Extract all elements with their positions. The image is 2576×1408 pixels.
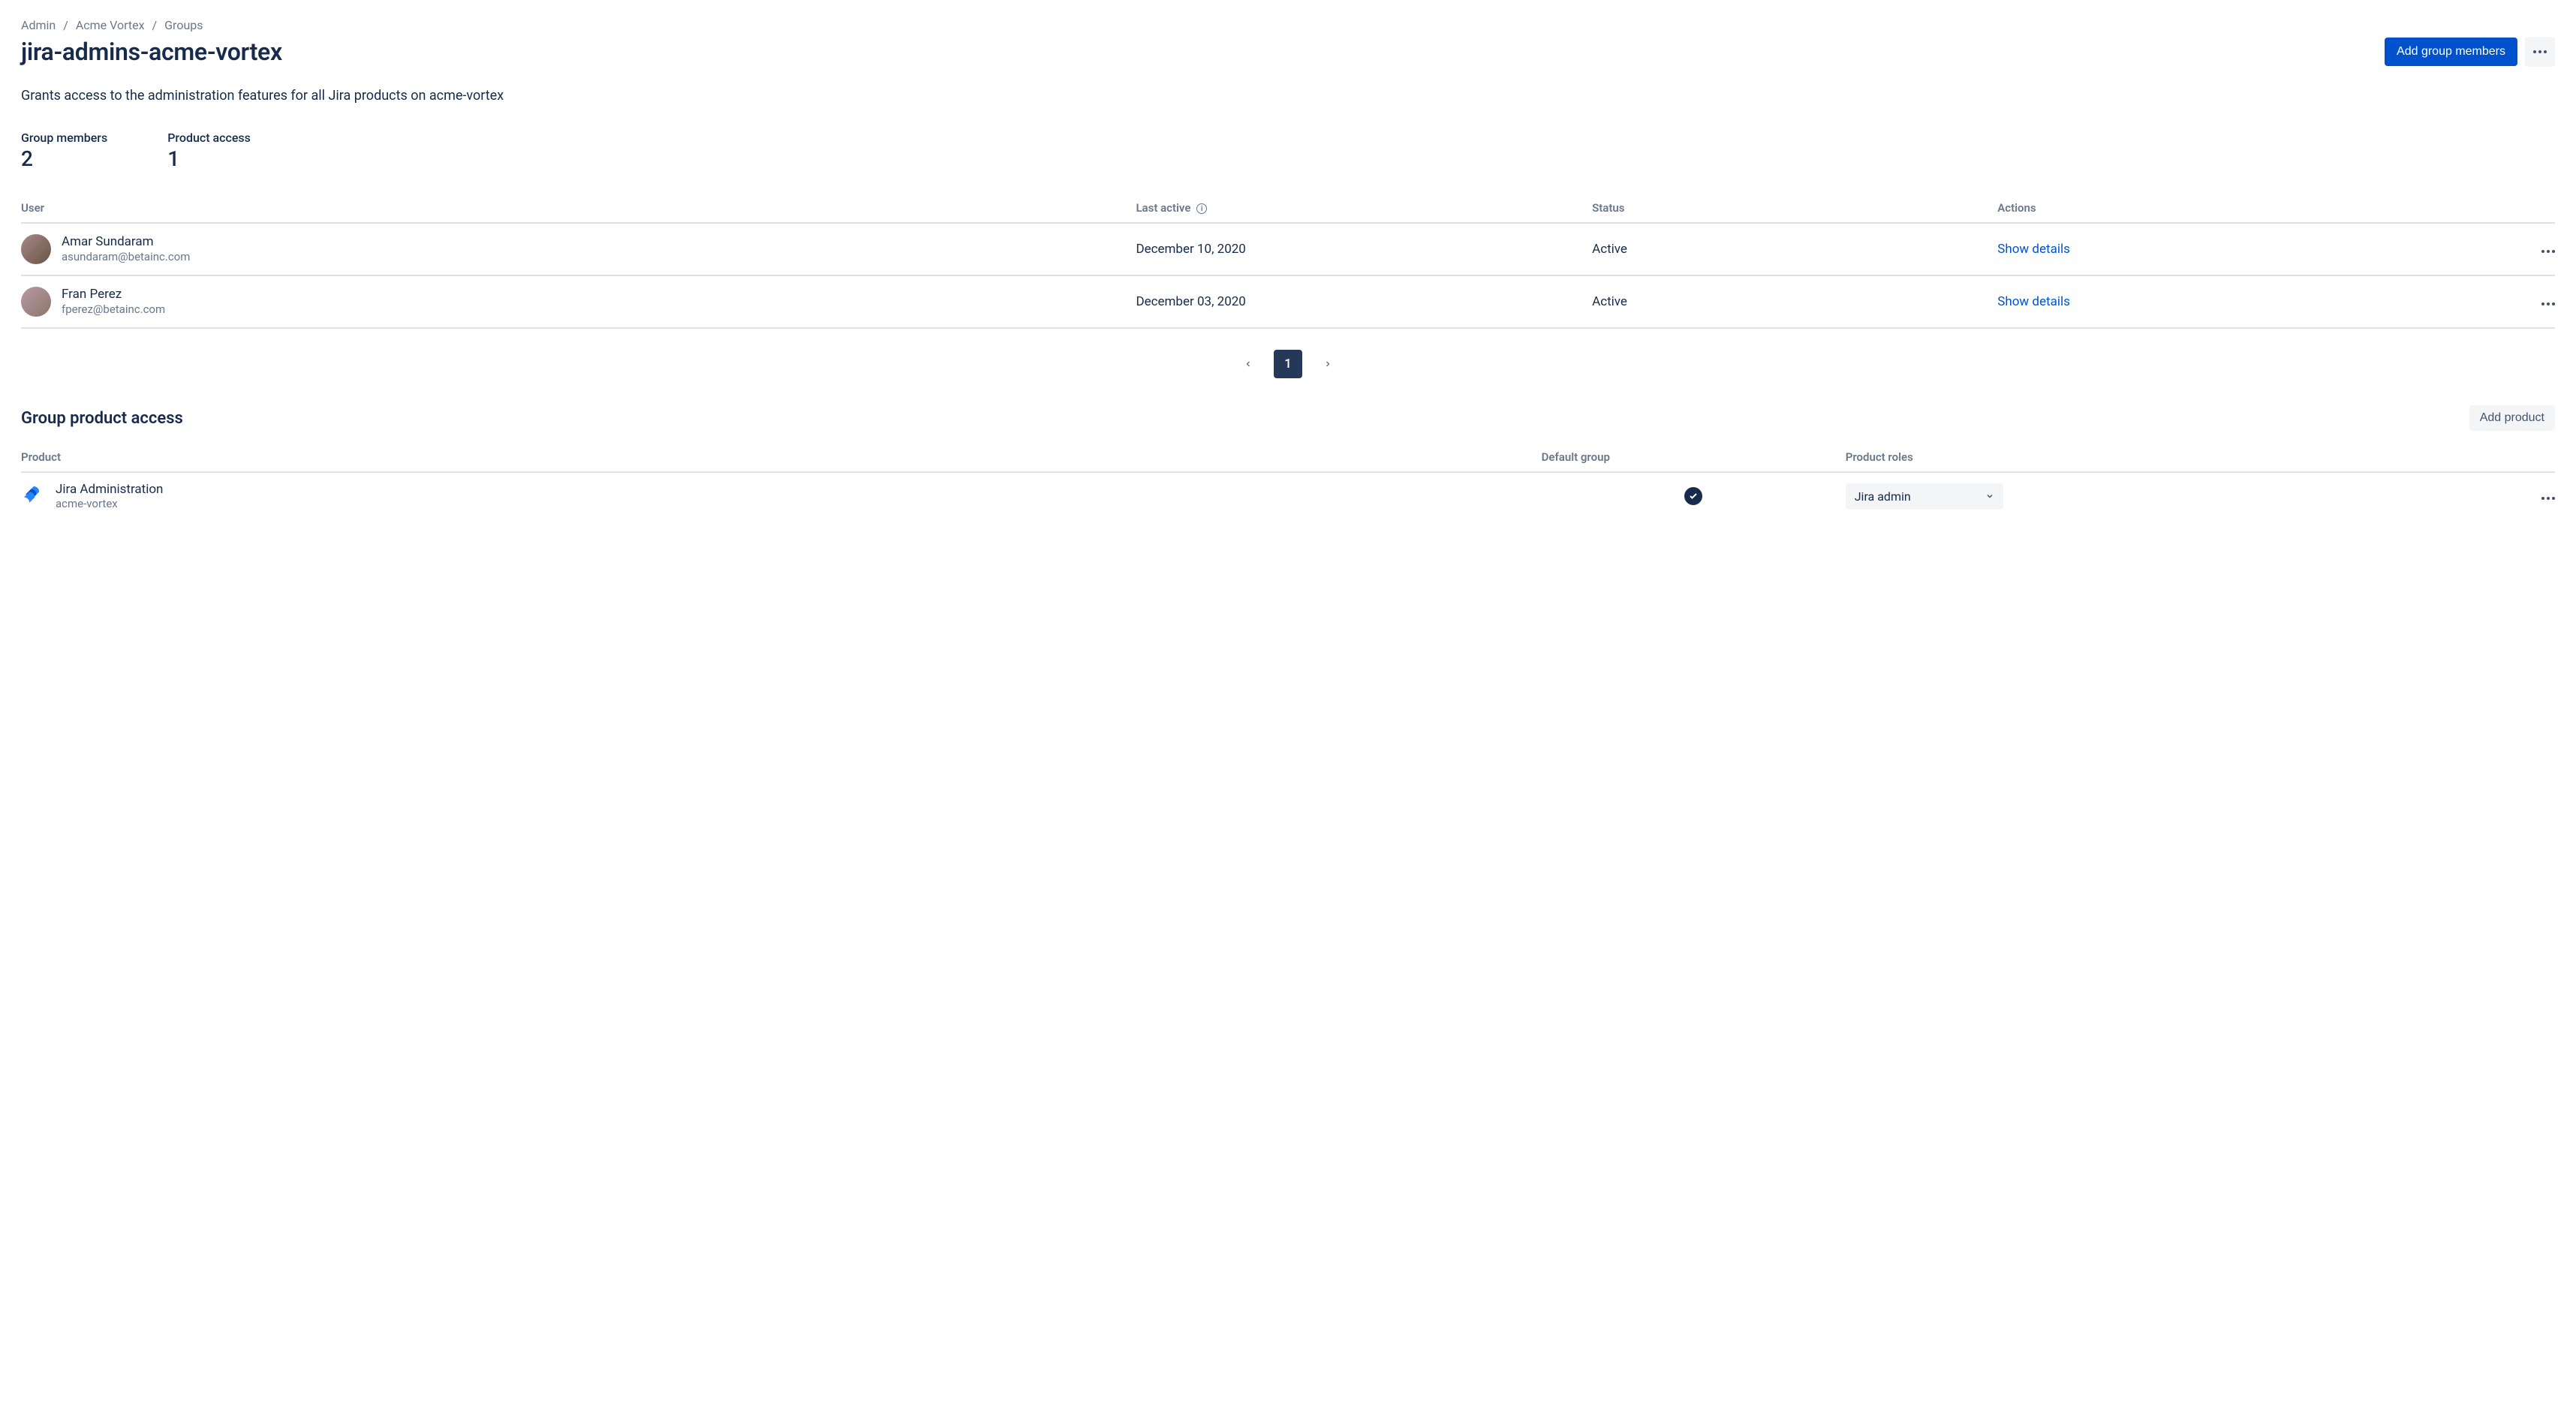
page-prev-button[interactable] (1236, 352, 1260, 377)
group-description: Grants access to the administration feat… (21, 88, 2555, 104)
status-cell: Active (1592, 223, 1997, 275)
chevron-down-icon (1985, 492, 1994, 501)
row-more-button[interactable] (2541, 302, 2555, 305)
breadcrumb-separator: / (152, 18, 158, 32)
col-header-status: Status (1592, 195, 1997, 223)
breadcrumb-groups[interactable]: Groups (164, 18, 203, 32)
breadcrumb-admin[interactable]: Admin (21, 18, 56, 32)
info-icon[interactable]: i (1196, 203, 1207, 214)
user-email: fperez@betainc.com (62, 302, 165, 317)
col-header-product-roles: Product roles (1846, 444, 2454, 472)
show-details-link[interactable]: Show details (1997, 294, 2070, 309)
product-role-value: Jira admin (1855, 489, 1911, 504)
page-title: jira-admins-acme-vortex (21, 38, 282, 66)
more-icon (2533, 50, 2547, 53)
user-email: asundaram@betainc.com (62, 250, 190, 264)
user-name: Fran Perez (62, 287, 165, 302)
breadcrumb-separator: / (63, 18, 68, 32)
user-name: Amar Sundaram (62, 234, 190, 250)
product-site: acme-vortex (56, 497, 163, 510)
avatar (21, 234, 51, 264)
stat-product-access: Product access 1 (167, 131, 251, 171)
default-group-check-icon (1684, 487, 1702, 505)
stat-group-members: Group members 2 (21, 131, 107, 171)
last-active-cell: December 10, 2020 (1136, 223, 1592, 275)
jira-icon (21, 483, 47, 509)
stat-value: 1 (167, 146, 251, 171)
row-more-button[interactable] (2541, 250, 2555, 253)
pagination: 1 (21, 350, 2555, 378)
product-access-header: Group product access Add product (21, 405, 2555, 431)
page-number-current[interactable]: 1 (1274, 350, 1302, 378)
page-next-button[interactable] (1316, 352, 1340, 377)
breadcrumb-org[interactable]: Acme Vortex (76, 18, 145, 32)
col-header-default-group: Default group (1542, 444, 1846, 472)
avatar (21, 287, 51, 317)
page-header: jira-admins-acme-vortex Add group member… (21, 37, 2555, 67)
show-details-link[interactable]: Show details (1997, 242, 2070, 257)
product-name: Jira Administration (56, 482, 163, 497)
stats-row: Group members 2 Product access 1 (21, 131, 2555, 171)
product-access-table: Product Default group Product roles Jira… (21, 444, 2555, 519)
last-active-cell: December 03, 2020 (1136, 275, 1592, 328)
user-cell: Fran Perez fperez@betainc.com (21, 287, 1136, 317)
status-cell: Active (1592, 275, 1997, 328)
product-row: Jira Administration acme-vortex Jira adm… (21, 472, 2555, 519)
col-header-user: User (21, 195, 1136, 223)
stat-label: Product access (167, 131, 251, 145)
user-cell: Amar Sundaram asundaram@betainc.com (21, 234, 1136, 264)
product-cell: Jira Administration acme-vortex (21, 482, 1542, 510)
add-group-members-button[interactable]: Add group members (2385, 38, 2517, 66)
add-product-button[interactable]: Add product (2469, 405, 2555, 431)
chevron-left-icon (1244, 360, 1253, 369)
product-role-select[interactable]: Jira admin (1846, 483, 2003, 510)
table-row: Amar Sundaram asundaram@betainc.com Dece… (21, 223, 2555, 275)
stat-label: Group members (21, 131, 107, 145)
col-header-actions: Actions (1997, 195, 2454, 223)
col-header-last-active-text: Last active (1136, 201, 1190, 215)
stat-value: 2 (21, 146, 107, 171)
chevron-right-icon (1323, 360, 1332, 369)
col-header-product: Product (21, 444, 1542, 472)
product-access-title: Group product access (21, 409, 183, 428)
table-row: Fran Perez fperez@betainc.com December 0… (21, 275, 2555, 328)
header-actions: Add group members (2385, 37, 2555, 67)
page-more-button[interactable] (2525, 37, 2555, 67)
product-row-more-button[interactable] (2541, 497, 2555, 500)
col-header-last-active: Last active i (1136, 195, 1592, 223)
breadcrumb: Admin / Acme Vortex / Groups (21, 18, 2555, 32)
users-table: User Last active i Status Actions Amar S… (21, 195, 2555, 329)
